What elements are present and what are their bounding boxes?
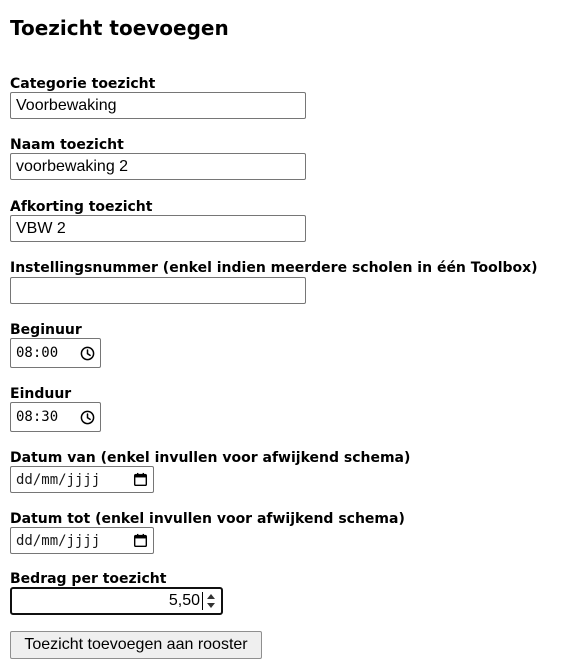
beginuur-label: Beginuur bbox=[10, 322, 82, 338]
text-caret bbox=[202, 592, 203, 610]
afkorting-input[interactable]: VBW 2 bbox=[10, 215, 306, 242]
beginuur-time-input[interactable]: 08:00 bbox=[10, 338, 101, 368]
einduur-value: 08:30 bbox=[16, 409, 59, 425]
beginuur-value: 08:00 bbox=[16, 345, 59, 361]
calendar-icon[interactable] bbox=[133, 533, 148, 548]
datum-van-placeholder: dd/mm/jjjj bbox=[16, 471, 101, 488]
bedrag-value: 5,50 bbox=[168, 592, 200, 609]
datum-van-date-input[interactable]: dd/mm/jjjj bbox=[10, 466, 154, 493]
page-title: Toezicht toevoegen bbox=[10, 16, 229, 40]
datum-van-label: Datum van (enkel invullen voor afwijkend… bbox=[10, 450, 411, 466]
instellingsnummer-input[interactable] bbox=[10, 277, 306, 304]
submit-button[interactable]: Toezicht toevoegen aan rooster bbox=[10, 631, 262, 659]
clock-icon[interactable] bbox=[80, 346, 95, 361]
datum-tot-date-input[interactable]: dd/mm/jjjj bbox=[10, 527, 154, 554]
bedrag-number-input[interactable]: 5,50 bbox=[10, 587, 223, 615]
datum-tot-placeholder: dd/mm/jjjj bbox=[16, 532, 101, 549]
afkorting-label: Afkorting toezicht bbox=[10, 199, 153, 215]
instellingsnummer-label: Instellingsnummer (enkel indien meerdere… bbox=[10, 260, 538, 276]
clock-icon[interactable] bbox=[80, 410, 95, 425]
categorie-label: Categorie toezicht bbox=[10, 76, 156, 92]
einduur-time-input[interactable]: 08:30 bbox=[10, 402, 101, 432]
categorie-input[interactable]: Voorbewaking bbox=[10, 92, 306, 119]
bedrag-label: Bedrag per toezicht bbox=[10, 571, 167, 587]
categorie-value: Voorbewaking bbox=[16, 96, 117, 114]
naam-input[interactable]: voorbewaking 2 bbox=[10, 153, 306, 180]
naam-value: voorbewaking 2 bbox=[16, 157, 129, 175]
naam-label: Naam toezicht bbox=[10, 137, 124, 153]
einduur-label: Einduur bbox=[10, 386, 72, 402]
afkorting-value: VBW 2 bbox=[16, 219, 66, 237]
spinner-arrows-icon[interactable] bbox=[205, 590, 217, 612]
calendar-icon[interactable] bbox=[133, 472, 148, 487]
datum-tot-label: Datum tot (enkel invullen voor afwijkend… bbox=[10, 511, 405, 527]
